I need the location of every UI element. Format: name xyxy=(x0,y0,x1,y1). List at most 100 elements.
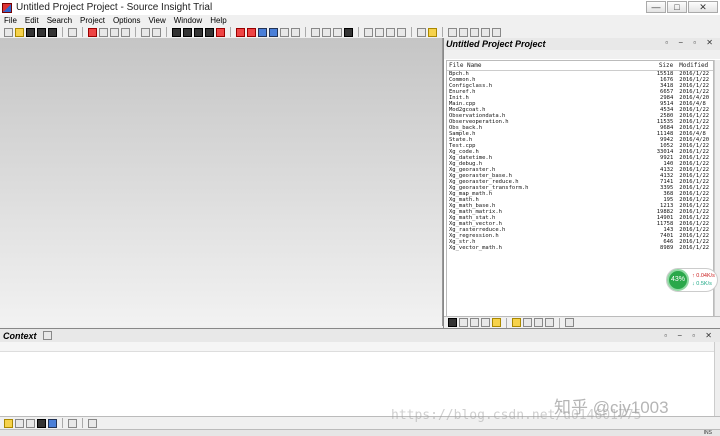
tile-vertical-icon[interactable] xyxy=(375,27,384,37)
column-file-name[interactable]: File Name xyxy=(447,62,645,69)
toolbar-separator xyxy=(230,27,231,37)
download-speed: ↓ 0.5K/s xyxy=(692,281,712,287)
project-panel-subbar xyxy=(444,50,720,59)
menu-window[interactable]: Window xyxy=(174,16,202,25)
colors-icon[interactable] xyxy=(492,318,501,327)
layout-icon[interactable] xyxy=(311,27,320,37)
context-panel-title: Context xyxy=(3,330,37,341)
browse-icon[interactable] xyxy=(448,27,457,37)
file-modified: 2016/1/22 xyxy=(679,245,710,251)
minimize-button[interactable]: — xyxy=(646,1,666,13)
jump-icon[interactable] xyxy=(280,27,289,37)
undo-icon[interactable] xyxy=(141,27,150,37)
network-usage-ring: 43% xyxy=(667,269,689,291)
replace-icon[interactable] xyxy=(216,27,225,37)
file-rows: Bpch.h 15518 2016/1/22 Common.h 1676 2016/1/2… xyxy=(447,71,713,251)
delete-icon[interactable] xyxy=(121,27,130,37)
close-file-icon[interactable] xyxy=(48,27,57,37)
print-list-icon[interactable] xyxy=(565,318,574,327)
toolbar-separator xyxy=(411,27,412,37)
symbol-view-icon[interactable] xyxy=(459,318,468,327)
context-panel-controls[interactable]: ▫ − ▫ ✕ xyxy=(664,331,716,340)
watermark-url: https://blog.csdn.net/u014601775 xyxy=(391,408,642,423)
context-panels-icon[interactable] xyxy=(26,418,35,428)
open-folder-icon[interactable] xyxy=(15,27,24,37)
context-window-icon[interactable] xyxy=(470,27,479,37)
editor-area[interactable] xyxy=(0,38,443,326)
context-copy-icon[interactable] xyxy=(15,418,24,428)
save-icon[interactable] xyxy=(26,27,35,37)
maximize-button[interactable]: □ xyxy=(667,1,687,13)
lock-icon[interactable] xyxy=(68,418,77,428)
properties-icon[interactable] xyxy=(545,318,554,327)
refresh-icon[interactable] xyxy=(523,318,532,327)
toolbar-separator xyxy=(62,27,63,37)
main-toolbar xyxy=(0,26,720,38)
search-files-icon[interactable] xyxy=(205,27,214,37)
menu-view[interactable]: View xyxy=(149,16,166,25)
app-icon xyxy=(2,2,12,13)
paste-icon[interactable] xyxy=(110,27,119,37)
cascade-icon[interactable] xyxy=(386,27,395,37)
panel-alt-icon[interactable] xyxy=(333,27,342,37)
book-icon[interactable] xyxy=(481,318,490,327)
context-print-icon[interactable] xyxy=(88,418,97,428)
column-modified[interactable]: Modified xyxy=(675,62,713,69)
file-size: 8989 xyxy=(660,245,674,251)
forward-arrow-icon[interactable] xyxy=(269,27,278,37)
menu-search[interactable]: Search xyxy=(47,16,72,25)
toolbar-separator xyxy=(82,27,83,37)
find-icon[interactable] xyxy=(172,27,181,37)
window-controls: — □ ✕ xyxy=(646,1,718,13)
context-browse-icon[interactable] xyxy=(4,418,13,428)
menu-file[interactable]: File xyxy=(4,16,17,25)
file-row[interactable]: Xg_vector_math.h 8989 2016/1/22 xyxy=(447,245,713,251)
clip-window-icon[interactable] xyxy=(492,27,501,37)
find-next-icon[interactable] xyxy=(183,27,192,37)
copy-icon[interactable] xyxy=(99,27,108,37)
menu-project[interactable]: Project xyxy=(80,16,105,25)
insert-mode-indicator: INS xyxy=(703,430,712,436)
toolbar-separator xyxy=(559,317,560,328)
grid-view-icon[interactable] xyxy=(470,318,479,327)
document-icon[interactable] xyxy=(534,318,543,327)
panel-controls[interactable]: ▫ − ▫ ✕ xyxy=(665,38,717,47)
tile-horizontal-icon[interactable] xyxy=(364,27,373,37)
project-panel-title: Untitled Project Project xyxy=(446,39,546,49)
window-split-icon[interactable] xyxy=(397,27,406,37)
back-arrow-icon[interactable] xyxy=(258,27,267,37)
font-size-icon[interactable] xyxy=(48,418,57,428)
column-size[interactable]: Size xyxy=(645,62,675,69)
context-panel-scrollbar[interactable] xyxy=(714,342,720,417)
bookmark-list-icon[interactable] xyxy=(247,27,256,37)
pointer-icon[interactable] xyxy=(428,27,437,37)
context-settings-icon[interactable] xyxy=(42,331,52,340)
file-list-view-icon[interactable] xyxy=(448,318,457,327)
context-panel-header: Context ▫ − ▫ ✕ xyxy=(0,329,720,342)
menu-help[interactable]: Help xyxy=(210,16,226,25)
project-panel-toolbar xyxy=(444,316,720,328)
toolbar-separator xyxy=(135,27,136,37)
context-relation-icon[interactable] xyxy=(37,418,46,428)
toolbar-separator xyxy=(62,418,63,428)
save-all-icon[interactable] xyxy=(37,27,46,37)
find-previous-icon[interactable] xyxy=(194,27,203,37)
cut-icon[interactable] xyxy=(88,27,97,37)
redo-icon[interactable] xyxy=(152,27,161,37)
project-panel-header: Untitled Project Project ▫ − ▫ ✕ xyxy=(444,38,720,50)
print-icon[interactable] xyxy=(68,27,77,37)
relation-window-icon[interactable] xyxy=(481,27,490,37)
close-button[interactable]: ✕ xyxy=(688,1,718,13)
symbol-window-icon[interactable] xyxy=(291,27,300,37)
menu-edit[interactable]: Edit xyxy=(25,16,39,25)
brace-icon[interactable] xyxy=(417,27,426,37)
status-bar: INS xyxy=(0,429,720,436)
network-speed-widget[interactable]: 43% ↑ 0.04K/s ↓ 0.5K/s xyxy=(666,268,718,292)
new-file-icon[interactable] xyxy=(4,27,13,37)
panel-icon[interactable] xyxy=(322,27,331,37)
menu-options[interactable]: Options xyxy=(113,16,141,25)
folder-icon[interactable] xyxy=(512,318,521,327)
relation-icon[interactable] xyxy=(344,27,353,37)
bookmark-icon[interactable] xyxy=(236,27,245,37)
project-window-icon[interactable] xyxy=(459,27,468,37)
